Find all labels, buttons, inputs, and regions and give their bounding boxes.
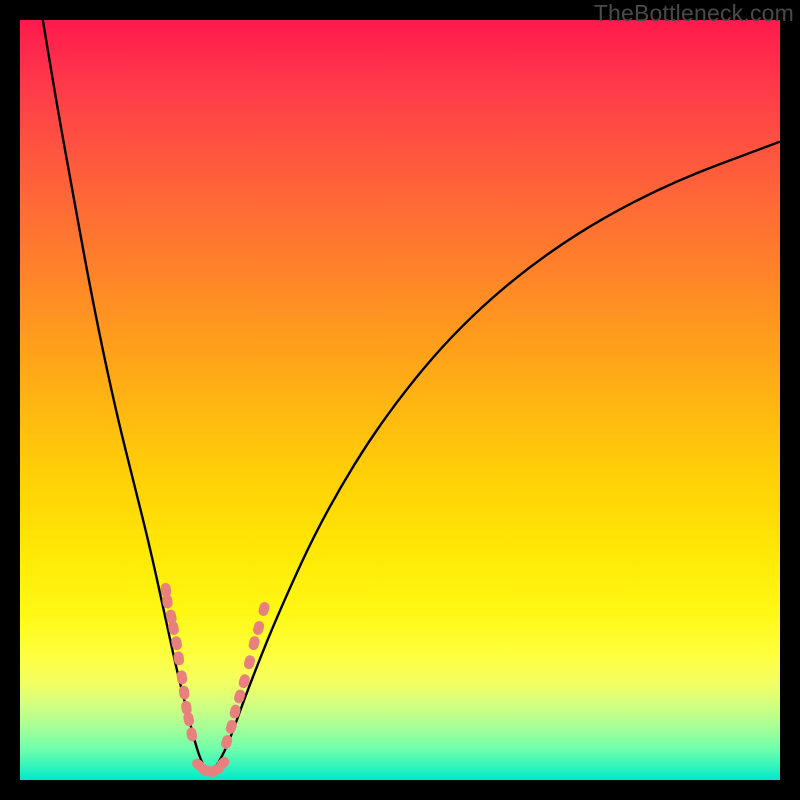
curve-marker <box>229 704 242 720</box>
watermark-text: TheBottleneck.com <box>594 0 794 27</box>
outer-frame: TheBottleneck.com <box>0 0 800 800</box>
curve-layer <box>43 20 780 771</box>
curve-marker <box>257 601 270 617</box>
chart-svg <box>20 20 780 780</box>
curve-marker <box>186 727 199 743</box>
curve-marker <box>248 635 261 651</box>
curve-marker <box>252 620 266 636</box>
plot-area <box>20 20 780 780</box>
marker-layer <box>160 582 271 778</box>
bottleneck-curve <box>43 20 780 771</box>
curve-marker <box>243 654 256 670</box>
